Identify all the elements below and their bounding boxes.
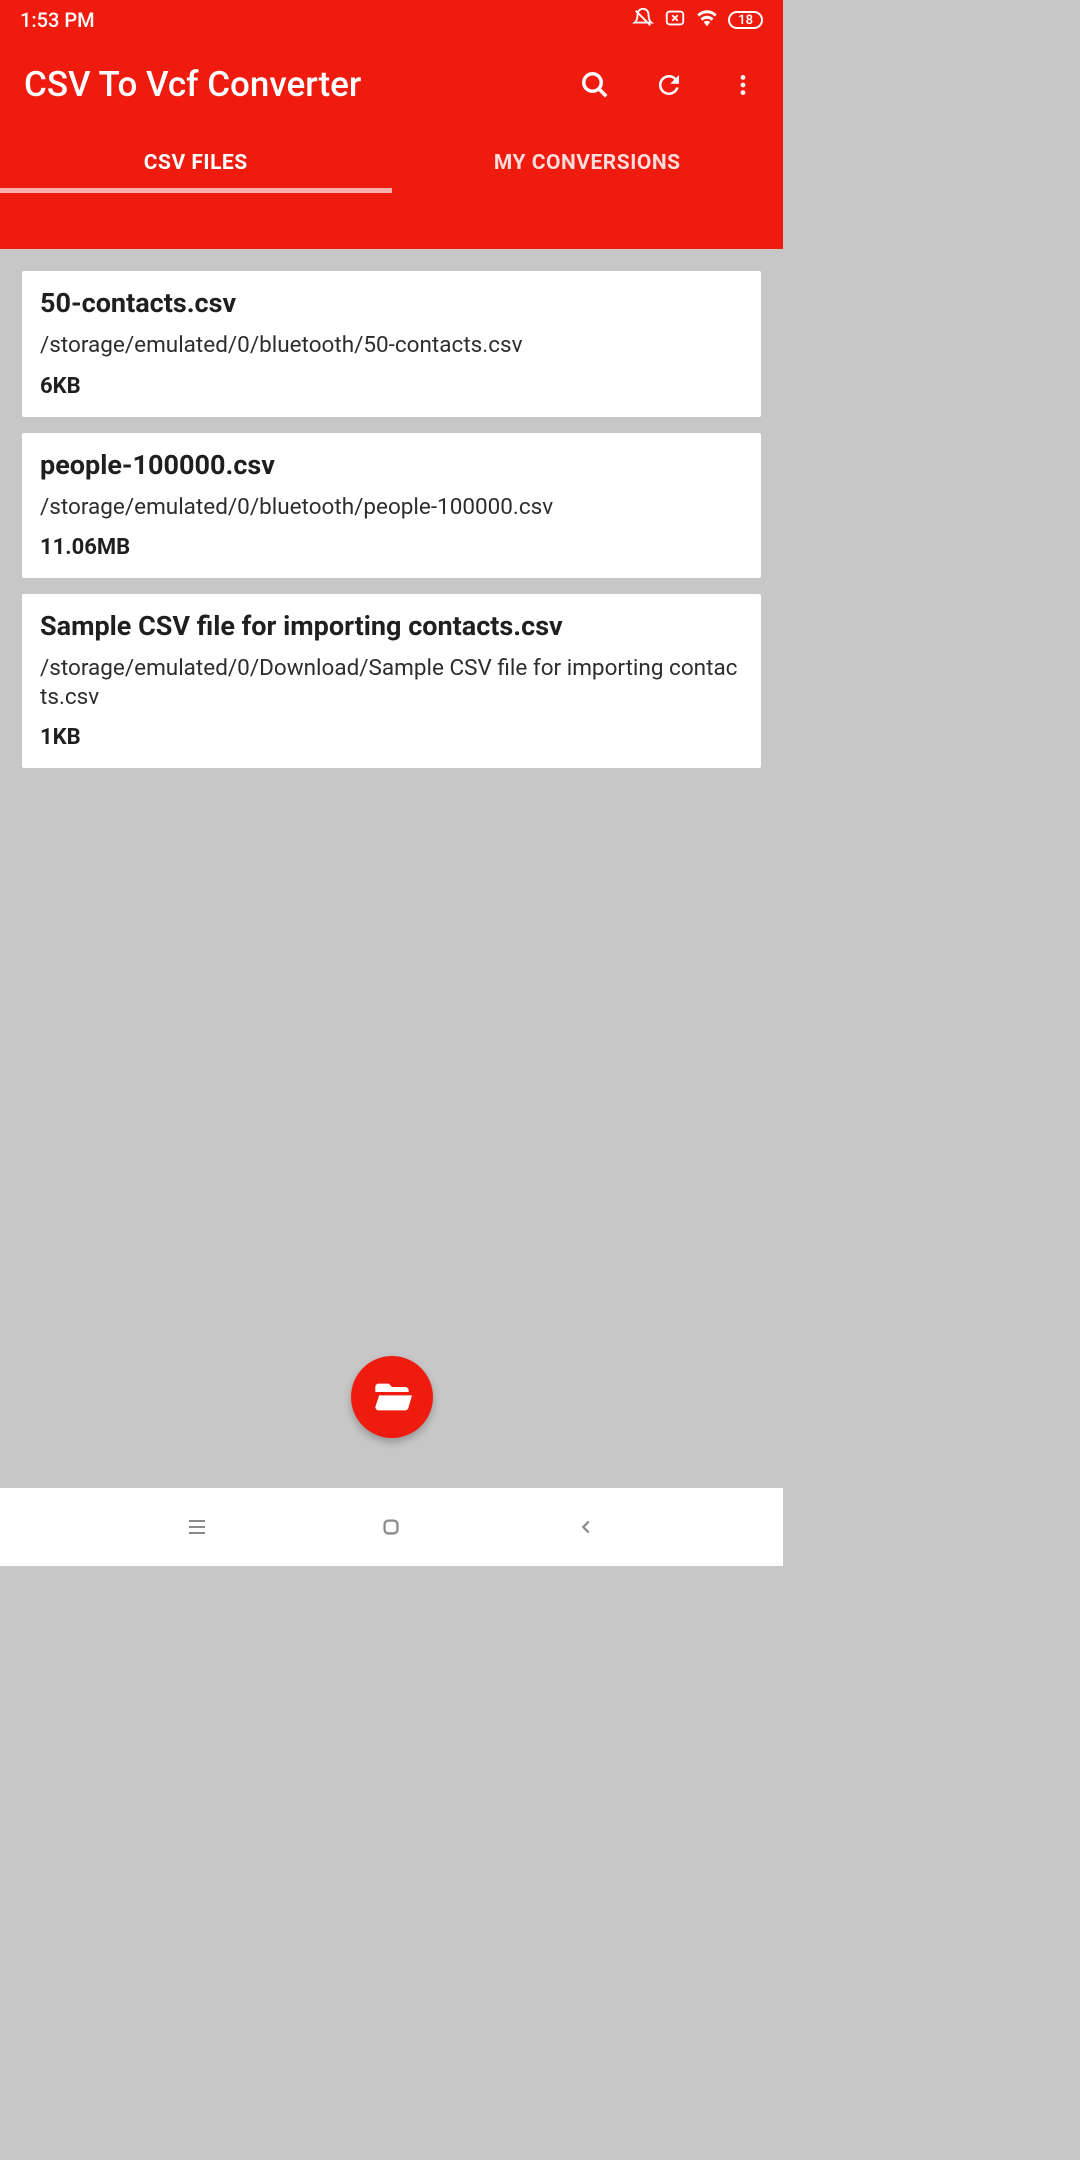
file-size: 6KB <box>40 374 743 399</box>
search-button[interactable] <box>579 69 611 101</box>
home-button[interactable] <box>376 1512 406 1542</box>
search-icon <box>580 70 610 100</box>
recent-apps-button[interactable] <box>182 1512 212 1542</box>
tabs: CSV FILES MY CONVERSIONS <box>0 135 783 193</box>
folder-open-icon <box>372 1377 412 1417</box>
file-path: /storage/emulated/0/Download/Sample CSV … <box>40 654 743 710</box>
status-bar: 1:53 PM 18 <box>0 0 783 40</box>
more-vert-icon <box>730 72 756 98</box>
ad-space <box>0 193 783 249</box>
file-name: 50-contacts.csv <box>40 287 743 319</box>
tab-csv-files[interactable]: CSV FILES <box>0 135 392 193</box>
open-folder-fab[interactable] <box>351 1356 433 1438</box>
notification-muted-icon <box>632 7 654 33</box>
file-path: /storage/emulated/0/bluetooth/50-contact… <box>40 331 743 359</box>
file-size: 1KB <box>40 725 743 750</box>
battery-level: 18 <box>728 11 763 29</box>
nav-bar <box>0 1488 783 1566</box>
file-item[interactable]: people-100000.csv /storage/emulated/0/bl… <box>22 433 761 579</box>
file-item[interactable]: 50-contacts.csv /storage/emulated/0/blue… <box>22 271 761 417</box>
status-icons: 18 <box>632 7 763 33</box>
file-size: 11.06MB <box>40 535 743 560</box>
more-button[interactable] <box>727 69 759 101</box>
refresh-icon <box>654 70 684 100</box>
file-name: Sample CSV file for importing contacts.c… <box>40 610 743 642</box>
main-content: 50-contacts.csv /storage/emulated/0/blue… <box>0 249 783 768</box>
back-icon <box>575 1516 597 1538</box>
close-box-icon <box>664 7 686 33</box>
wifi-icon <box>696 7 718 33</box>
file-item[interactable]: Sample CSV file for importing contacts.c… <box>22 594 761 768</box>
app-bar: CSV To Vcf Converter <box>0 40 783 135</box>
app-title-row: CSV To Vcf Converter <box>24 64 759 135</box>
home-icon <box>380 1516 402 1538</box>
status-time: 1:53 PM <box>20 8 95 32</box>
app-title: CSV To Vcf Converter <box>24 64 361 105</box>
app-actions <box>579 69 759 101</box>
file-path: /storage/emulated/0/bluetooth/people-100… <box>40 493 743 521</box>
back-button[interactable] <box>571 1512 601 1542</box>
tab-my-conversions[interactable]: MY CONVERSIONS <box>392 135 784 193</box>
refresh-button[interactable] <box>653 69 685 101</box>
menu-icon <box>185 1515 209 1539</box>
file-name: people-100000.csv <box>40 449 743 481</box>
